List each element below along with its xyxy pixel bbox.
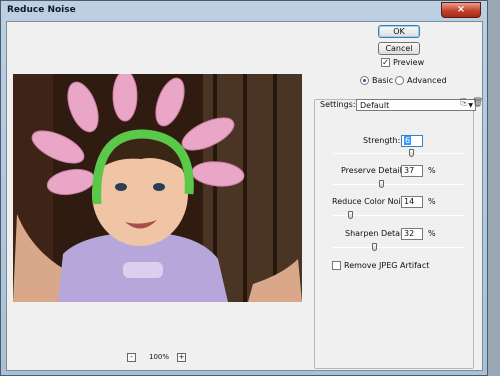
save-settings-icon[interactable]: ⎘	[459, 99, 469, 109]
zoom-in-button[interactable]: +	[177, 353, 186, 362]
zoom-level: 100%	[149, 353, 170, 361]
sharpen-details-input[interactable]: 32	[401, 228, 423, 240]
preview-label: Preview	[393, 58, 425, 67]
dialog-title: Reduce Noise	[7, 5, 76, 15]
preserve-details-unit: %	[428, 166, 436, 175]
advanced-radio[interactable]	[395, 76, 404, 85]
sharpen-details-slider[interactable]	[333, 243, 465, 251]
strength-slider-thumb[interactable]	[409, 149, 414, 157]
reduce-noise-dialog: Reduce Noise × - 100% + OK Cancel ✓ Prev…	[0, 0, 488, 376]
preserve-details-input[interactable]: 37	[401, 165, 423, 177]
strength-value: 6	[404, 136, 412, 145]
title-bar[interactable]: Reduce Noise ×	[1, 1, 487, 21]
cancel-button[interactable]: Cancel	[378, 42, 420, 55]
reduce-color-noise-slider[interactable]	[333, 211, 465, 219]
reduce-color-noise-unit: %	[428, 197, 436, 206]
preview-image[interactable]	[13, 74, 302, 302]
preserve-details-slider[interactable]	[333, 180, 465, 188]
settings-select[interactable]: Default ▼	[356, 99, 476, 111]
reduce-color-noise-input[interactable]: 14	[401, 196, 423, 208]
close-button[interactable]: ×	[441, 2, 481, 18]
ok-button[interactable]: OK	[378, 25, 420, 38]
advanced-label: Advanced	[407, 76, 447, 85]
baby-photo	[13, 74, 302, 302]
remove-jpeg-artifact-label: Remove JPEG Artifact	[344, 261, 430, 270]
settings-panel: Settings: Default ▼ ⎘ 🗑 Strength: 6 Pres…	[314, 99, 483, 369]
sharpen-details-slider-thumb[interactable]	[372, 243, 377, 251]
zoom-out-button[interactable]: -	[127, 353, 136, 362]
settings-value: Default	[360, 101, 390, 110]
zoom-control: - 100% +	[127, 353, 187, 365]
trash-icon[interactable]: 🗑	[472, 99, 483, 109]
reduce-color-noise-slider-thumb[interactable]	[348, 211, 353, 219]
remove-jpeg-artifact-checkbox[interactable]	[332, 261, 341, 270]
basic-label: Basic	[372, 76, 394, 85]
strength-label: Strength:	[363, 136, 401, 145]
sharpen-details-unit: %	[428, 229, 436, 238]
preserve-details-label: Preserve Details:	[341, 166, 409, 175]
strength-input[interactable]: 6	[401, 135, 423, 147]
dialog-body: - 100% + OK Cancel ✓ Preview Basic Advan…	[6, 21, 483, 371]
preview-checkbox[interactable]: ✓	[381, 58, 390, 67]
settings-label: Settings:	[320, 100, 356, 109]
strength-slider[interactable]	[333, 149, 465, 157]
preserve-details-slider-thumb[interactable]	[379, 180, 384, 188]
basic-radio[interactable]	[360, 76, 369, 85]
